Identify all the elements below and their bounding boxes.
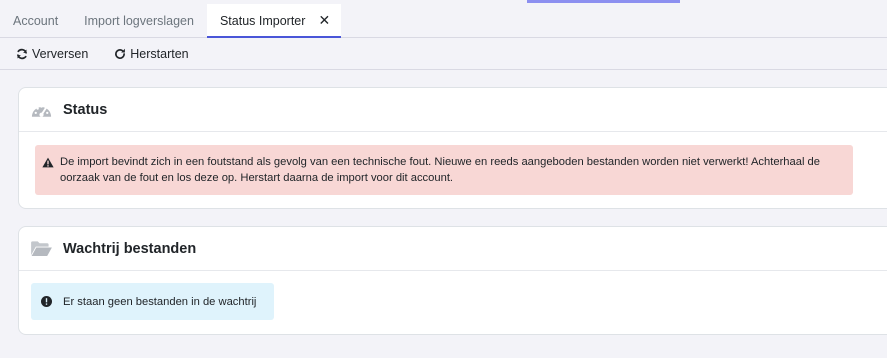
top-accent-bar [527, 0, 680, 3]
queue-card-header: Wachtrij bestanden [19, 227, 887, 271]
error-alert-text: De import bevindt zich in een foutstand … [60, 156, 820, 184]
queue-card: Wachtrij bestanden Er staan geen bestand… [18, 226, 887, 335]
tab-label: Account [13, 13, 59, 28]
close-icon[interactable]: ✕ [317, 12, 331, 29]
info-alert: Er staan geen bestanden in de wachtrij [31, 283, 274, 320]
info-icon [41, 296, 63, 307]
tab-account[interactable]: Account [0, 4, 71, 37]
status-card-title: Status [63, 101, 108, 118]
status-card-header: Status [19, 88, 887, 132]
info-alert-text: Er staan geen bestanden in de wachtrij [63, 295, 257, 308]
restart-button[interactable]: Herstarten [114, 46, 189, 61]
tab-import-logverslagen[interactable]: Import logverslagen [71, 4, 207, 37]
tab-status-importer[interactable]: Status Importer ✕ [206, 4, 342, 38]
refresh-icon [17, 48, 27, 59]
tab-bar: Account Import logverslagen Status Impor… [0, 4, 887, 38]
folder-open-icon [30, 239, 54, 259]
error-alert: De import bevindt zich in een foutstand … [35, 145, 853, 195]
toolbar: Verversen Herstarten [0, 38, 887, 70]
refresh-label: Verversen [32, 46, 89, 61]
status-card: Status De import bevindt zich in een fou… [18, 87, 887, 209]
tab-label: Status Importer [219, 13, 306, 28]
gauge-icon [30, 100, 54, 120]
queue-card-title: Wachtrij bestanden [63, 240, 197, 257]
restart-icon [115, 48, 126, 59]
warning-icon [42, 155, 60, 173]
restart-label: Herstarten [130, 46, 189, 61]
refresh-button[interactable]: Verversen [16, 47, 88, 61]
tab-label: Import logverslagen [84, 13, 194, 28]
